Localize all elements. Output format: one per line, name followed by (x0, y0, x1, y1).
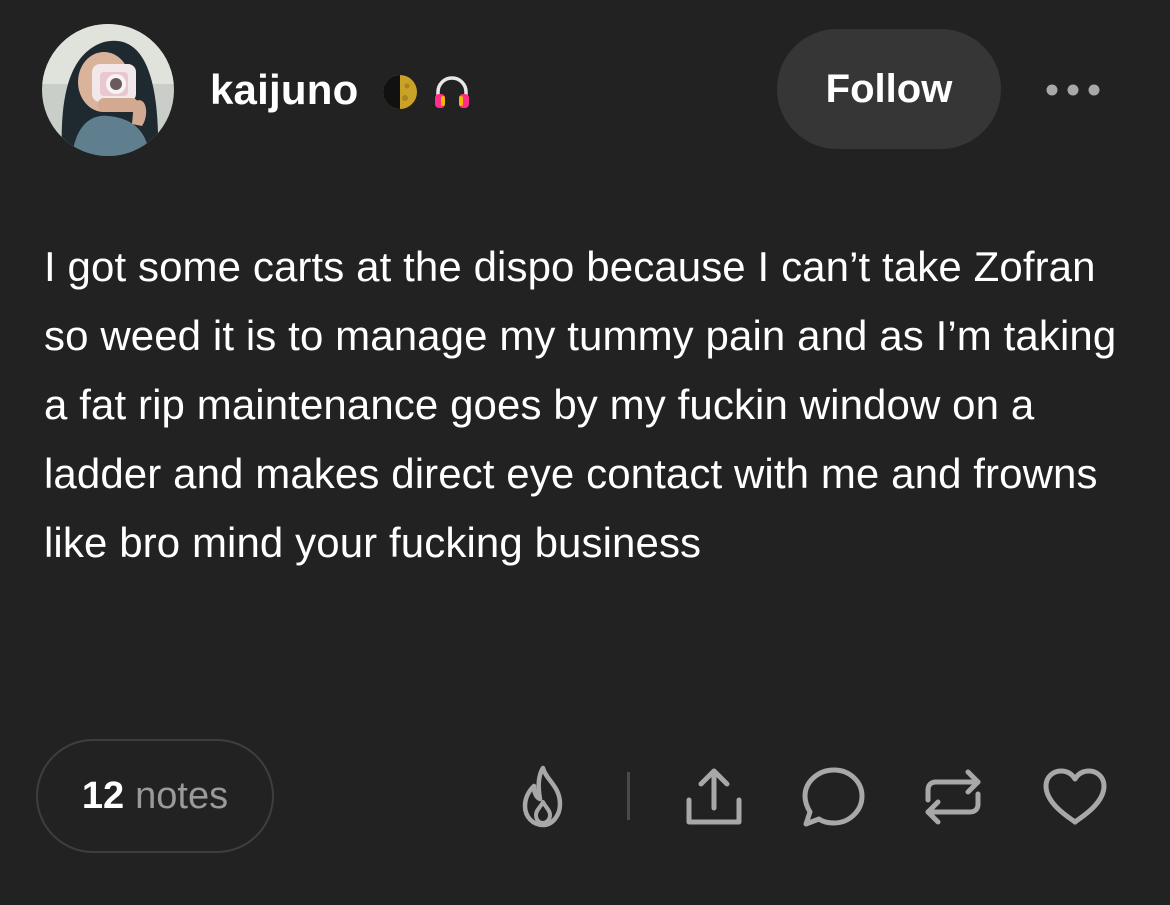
author-username[interactable]: kaijuno (210, 64, 358, 116)
notes-button[interactable]: 12 notes (36, 739, 274, 853)
share-icon[interactable] (679, 762, 749, 832)
ellipsis-icon[interactable] (1040, 72, 1106, 108)
headphones-badge-icon[interactable] (432, 72, 472, 112)
post-header: kaijuno Follow (0, 0, 1170, 180)
post-body-text: I got some carts at the dispo because I … (44, 243, 1117, 566)
like-icon[interactable] (1040, 762, 1110, 832)
reply-icon[interactable] (798, 762, 868, 832)
notes-label: notes (135, 774, 229, 817)
notes-count: 12 (81, 774, 125, 817)
follow-button[interactable]: Follow (777, 29, 1001, 149)
blaze-icon[interactable] (508, 762, 578, 832)
moon-badge-icon[interactable] (380, 72, 420, 112)
reblog-icon[interactable] (918, 762, 988, 832)
actions-divider (627, 772, 630, 820)
avatar[interactable] (42, 24, 174, 156)
